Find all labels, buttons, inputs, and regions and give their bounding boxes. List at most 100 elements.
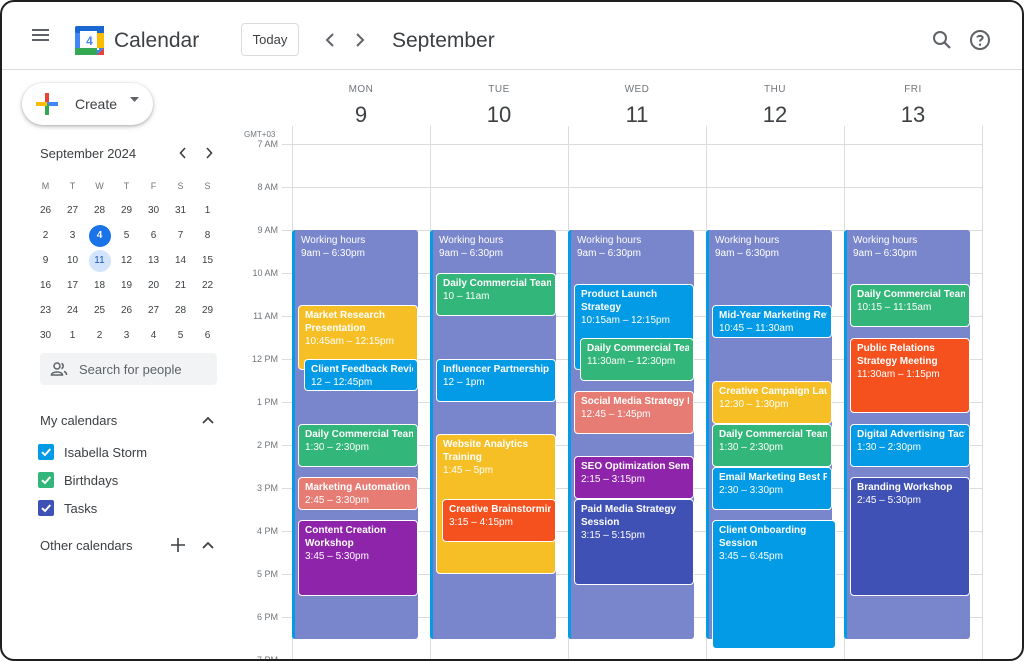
mini-day-2[interactable]: 2 — [32, 223, 59, 248]
mini-day-23[interactable]: 23 — [32, 298, 59, 323]
mini-day-19[interactable]: 19 — [113, 273, 140, 298]
mini-day-8[interactable]: 8 — [194, 223, 221, 248]
day-header-wed[interactable]: WED 11 — [568, 84, 706, 128]
mini-day-7[interactable]: 7 — [167, 223, 194, 248]
search-icon[interactable] — [930, 28, 954, 52]
mini-next-month-button[interactable] — [201, 145, 217, 161]
day-header-thu[interactable]: THU 12 — [706, 84, 844, 128]
mini-day-1[interactable]: 1 — [194, 198, 221, 223]
mini-day-27[interactable]: 27 — [140, 298, 167, 323]
mini-day-15[interactable]: 15 — [194, 248, 221, 273]
help-icon[interactable] — [968, 28, 992, 52]
mini-day-prev-31[interactable]: 31 — [167, 198, 194, 223]
mini-prev-month-button[interactable] — [175, 145, 191, 161]
event-title: Daily Commercial Team — [305, 428, 413, 440]
hour-label: 5 PM — [256, 569, 278, 579]
event-time: 3:15 – 4:15pm — [449, 516, 513, 528]
mini-day-6[interactable]: 6 — [140, 223, 167, 248]
event-daily-commercial-team[interactable]: Daily Commercial Team 1:30 – 2:30pm — [298, 423, 418, 467]
search-people-input[interactable]: Search for people — [40, 353, 217, 385]
menu-icon[interactable] — [32, 26, 60, 48]
hour-gridline — [282, 144, 982, 145]
week-grid[interactable]: Working hours 9am – 6:30pm Working hours 9a… — [282, 126, 983, 659]
event-email-marketing-best-practices[interactable]: Email Marketing Best Practices2:30 – 3:3… — [712, 466, 832, 510]
mini-day-25[interactable]: 25 — [86, 298, 113, 323]
event-title: Email Marketing Best Practices — [719, 471, 827, 483]
event-daily-commercial-team[interactable]: Daily Commercial Team 1:30 – 2:30pm — [712, 423, 832, 467]
day-header-mon[interactable]: MON 9 — [292, 84, 430, 128]
event-seo-optimization-seminar[interactable]: SEO Optimization Seminar2:15 – 3:15pm — [574, 455, 694, 499]
mini-day-next-2[interactable]: 2 — [86, 323, 113, 348]
collapse-my-calendars-button[interactable] — [199, 411, 217, 429]
mini-day-next-5[interactable]: 5 — [167, 323, 194, 348]
event-time: 12:30 – 1:30pm — [719, 398, 789, 410]
event-creative-brainstorming[interactable]: Creative Brainstorming 3:15 – 4:15pm — [442, 498, 556, 542]
mini-day-next-1[interactable]: 1 — [59, 323, 86, 348]
mini-day-prev-30[interactable]: 30 — [140, 198, 167, 223]
collapse-other-calendars-button[interactable] — [199, 536, 217, 554]
event-client-feedback-review[interactable]: Client Feedback Review 12 – 12:45pm — [304, 359, 418, 392]
create-button[interactable]: Create — [22, 83, 153, 125]
event-time: 12 – 12:45pm — [311, 377, 373, 388]
mini-day-prev-26[interactable]: 26 — [32, 198, 59, 223]
event-marketing-automation-overview[interactable]: Marketing Automation Overview2:45 – 3:30… — [298, 477, 418, 510]
add-calendar-button[interactable] — [169, 536, 187, 554]
mini-day-9[interactable]: 9 — [32, 248, 59, 273]
chevron-left-icon — [325, 33, 334, 47]
event-daily-commercial-team[interactable]: Daily Commercial Team 10:15 – 11:15am — [850, 283, 970, 327]
mini-day-16[interactable]: 16 — [32, 273, 59, 298]
checkbox-checked-icon[interactable] — [38, 472, 54, 488]
mini-day-next-4[interactable]: 4 — [140, 323, 167, 348]
mini-day-26[interactable]: 26 — [113, 298, 140, 323]
mini-day-next-6[interactable]: 6 — [194, 323, 221, 348]
chevron-up-icon — [202, 541, 214, 549]
event-digital-advertising-tactics[interactable]: Digital Advertising Tactics1:30 – 2:30pm — [850, 423, 970, 467]
hour-label: 2 PM — [256, 440, 278, 450]
calendar-window: 4 Calendar Today September Create Septem… — [0, 0, 1024, 661]
mini-day-11[interactable]: 11 — [86, 248, 113, 273]
event-content-creation-workshop[interactable]: Content Creation Workshop 3:45 – 5:30pm — [298, 520, 418, 596]
mini-day-next-3[interactable]: 3 — [113, 323, 140, 348]
caret-down-icon — [130, 97, 139, 102]
event-influencer-partnership-discussion[interactable]: Influencer Partnership Discussion 12 – 1p… — [436, 359, 556, 402]
event-time: 3:45 – 6:45pm — [719, 551, 783, 563]
next-week-button[interactable] — [350, 28, 370, 52]
event-client-onboarding-session[interactable]: Client Onboarding Session 3:45 – 6:45pm — [712, 520, 836, 650]
mini-day-21[interactable]: 21 — [167, 273, 194, 298]
mini-day-number: 27 — [147, 305, 160, 316]
mini-day-3[interactable]: 3 — [59, 223, 86, 248]
today-button[interactable]: Today — [241, 23, 299, 56]
mini-day-28[interactable]: 28 — [167, 298, 194, 323]
event-social-media-strategy-meeting[interactable]: Social Media Strategy Meeting12:45 – 1:4… — [574, 391, 694, 435]
hour-label: 4 PM — [256, 526, 278, 536]
mini-day-prev-28[interactable]: 28 — [86, 198, 113, 223]
mini-day-10[interactable]: 10 — [59, 248, 86, 273]
mini-day-5[interactable]: 5 — [113, 223, 140, 248]
mini-day-prev-27[interactable]: 27 — [59, 198, 86, 223]
prev-week-button[interactable] — [320, 28, 340, 52]
event-daily-commercial-team[interactable]: Daily Commercial Team 10 – 11am — [436, 273, 556, 316]
mini-day-12[interactable]: 12 — [113, 248, 140, 273]
mini-day-18[interactable]: 18 — [86, 273, 113, 298]
mini-day-13[interactable]: 13 — [140, 248, 167, 273]
event-public-relations-strategy-meeting[interactable]: Public Relations Strategy Meeting 11:30am… — [850, 337, 970, 413]
mini-day-24[interactable]: 24 — [59, 298, 86, 323]
mini-day-20[interactable]: 20 — [140, 273, 167, 298]
event-branding-workshop[interactable]: Branding Workshop 2:45 – 5:30pm — [850, 477, 970, 596]
day-header-fri[interactable]: FRI 13 — [844, 84, 982, 128]
mini-calendar: M T W T F S S 26 27 28 29 30 31 1 2 3 4 5 6 7 8 9 10 11 12 13 14 15… — [32, 173, 222, 348]
event-paid-media-strategy-session[interactable]: Paid Media Strategy Session 3:15 – 5:15pm — [574, 498, 694, 585]
mini-day-prev-29[interactable]: 29 — [113, 198, 140, 223]
event-creative-campaign-launch[interactable]: Creative Campaign Launch12:30 – 1:30pm — [712, 380, 832, 424]
checkbox-checked-icon[interactable] — [38, 444, 54, 460]
mini-day-29[interactable]: 29 — [194, 298, 221, 323]
mini-day-4[interactable]: 4 — [86, 223, 113, 248]
mini-day-14[interactable]: 14 — [167, 248, 194, 273]
event-mid-year-marketing-review[interactable]: Mid-Year Marketing Review10:45 – 11:30am — [712, 305, 832, 338]
checkbox-checked-icon[interactable] — [38, 500, 54, 516]
mini-day-22[interactable]: 22 — [194, 273, 221, 298]
mini-day-17[interactable]: 17 — [59, 273, 86, 298]
event-daily-commercial-team[interactable]: Daily Commercial Team 11:30am – 12:30pm — [580, 337, 694, 381]
day-header-tue[interactable]: TUE 10 — [430, 84, 568, 128]
mini-day-30[interactable]: 30 — [32, 323, 59, 348]
